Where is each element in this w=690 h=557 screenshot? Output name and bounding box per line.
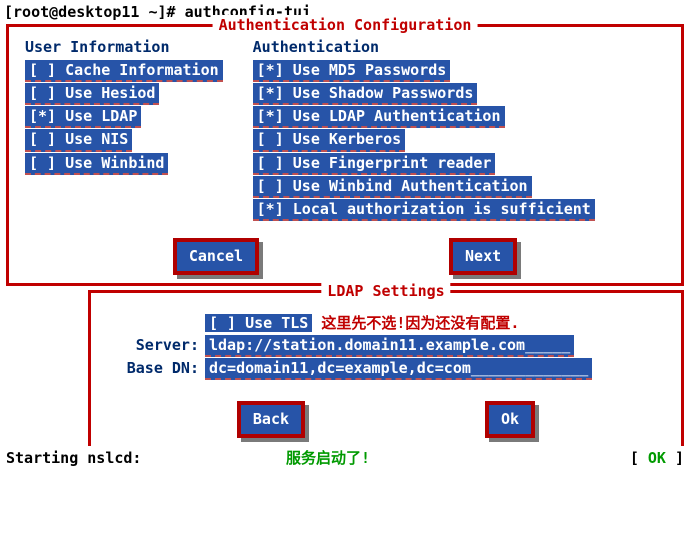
- dialog-title: Authentication Configuration: [213, 15, 478, 35]
- auth-checkbox[interactable]: [*] Use Shadow Passwords: [253, 83, 478, 105]
- auth-checkbox[interactable]: [ ] Use Winbind Authentication: [253, 176, 532, 198]
- user-info-heading: User Information: [25, 37, 223, 57]
- user-info-checkbox[interactable]: [*] Use LDAP: [25, 106, 141, 128]
- use-tls-checkbox[interactable]: [ ] Use TLS: [205, 314, 312, 332]
- user-info-checkbox[interactable]: [ ] Use Hesiod: [25, 83, 159, 105]
- basedn-label: Base DN:: [105, 358, 205, 380]
- ldap-settings-dialog: LDAP Settings [ ] Use TLS 这里先不选!因为还没有配置.…: [88, 290, 684, 446]
- server-input[interactable]: ldap://station.domain11.example.com_____: [205, 335, 574, 357]
- auth-checkbox[interactable]: [*] Local authorization is sufficient: [253, 199, 595, 221]
- ok-button[interactable]: Ok: [485, 401, 535, 437]
- user-info-checkbox[interactable]: [ ] Use NIS: [25, 129, 132, 151]
- auth-checkbox[interactable]: [ ] Use Fingerprint reader: [253, 153, 496, 175]
- user-info-column: User Information [ ] Cache Information[ …: [25, 37, 223, 222]
- auth-checkbox[interactable]: [*] Use MD5 Passwords: [253, 60, 451, 82]
- auth-checkbox[interactable]: [*] Use LDAP Authentication: [253, 106, 505, 128]
- user-info-checkbox[interactable]: [ ] Use Winbind: [25, 153, 168, 175]
- auth-config-dialog: Authentication Configuration User Inform…: [6, 24, 684, 285]
- auth-checkbox[interactable]: [ ] Use Kerberos: [253, 129, 406, 151]
- basedn-input[interactable]: dc=domain11,dc=example,dc=com___________…: [205, 358, 592, 380]
- user-info-checkbox[interactable]: [ ] Cache Information: [25, 60, 223, 82]
- next-button[interactable]: Next: [449, 238, 517, 274]
- status-mid: 服务启动了!: [286, 448, 630, 468]
- server-label: Server:: [105, 335, 205, 357]
- back-button[interactable]: Back: [237, 401, 305, 437]
- cancel-button[interactable]: Cancel: [173, 238, 259, 274]
- tls-note: 这里先不选!因为还没有配置.: [321, 314, 519, 332]
- ldap-title: LDAP Settings: [321, 281, 450, 301]
- authentication-column: Authentication [*] Use MD5 Passwords[*] …: [253, 37, 595, 222]
- status-line: Starting nslcd: 服务启动了! [ OK ]: [0, 446, 690, 470]
- status-right: [ OK ]: [630, 448, 684, 468]
- authentication-heading: Authentication: [253, 37, 595, 57]
- status-left: Starting nslcd:: [6, 448, 286, 468]
